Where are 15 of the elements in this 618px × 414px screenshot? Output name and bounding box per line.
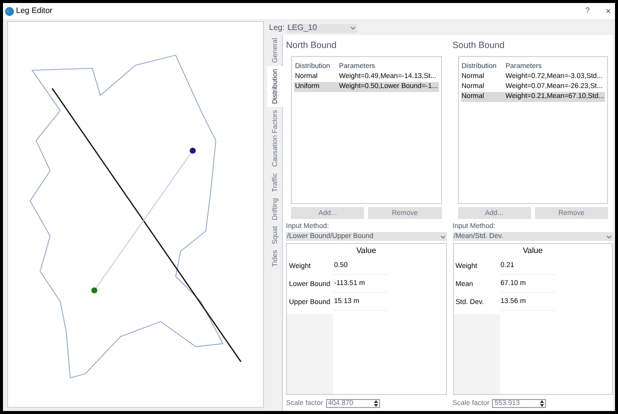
panel-title: South Bound: [452, 41, 506, 50]
spin-arrows-icon: [540, 400, 544, 407]
panel-title: North Bound: [286, 41, 338, 50]
close-button[interactable]: ×: [606, 6, 611, 16]
column-header: Value: [522, 247, 543, 255]
column-header: Value: [356, 247, 376, 255]
chevron-down-icon: [440, 234, 446, 238]
window-title: Leg Editor: [16, 7, 54, 15]
globe-icon: [5, 6, 14, 16]
help-button[interactable]: ?: [585, 7, 590, 15]
spin-arrows-icon: [374, 400, 378, 407]
leg-label: Leg:: [269, 24, 285, 32]
chevron-down-icon: [350, 26, 356, 30]
chevron-down-icon: [606, 234, 612, 238]
leg-dropdown[interactable]: LEG_10: [286, 24, 357, 32]
